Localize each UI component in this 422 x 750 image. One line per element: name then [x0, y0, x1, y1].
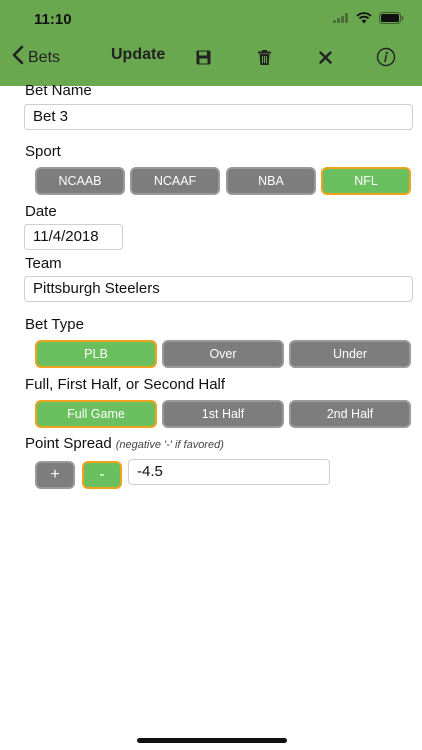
save-icon	[196, 50, 210, 64]
sport-option-nba[interactable]: NBA	[226, 167, 316, 195]
period-option-2nd-half[interactable]: 2nd Half	[289, 400, 411, 428]
info-button[interactable]	[375, 46, 397, 68]
status-icons	[333, 12, 404, 24]
sport-option-ncaab[interactable]: NCAAB	[35, 167, 125, 195]
period-option-1st-half[interactable]: 1st Half	[162, 400, 284, 428]
sport-label: Sport	[25, 143, 61, 160]
back-label: Bets	[28, 48, 61, 66]
team-label: Team	[25, 255, 62, 272]
point-spread-hint: (negative '-' if favored)	[115, 439, 224, 451]
bet-type-option-plb[interactable]: PLB	[35, 340, 157, 368]
close-icon	[318, 50, 332, 64]
trash-icon	[257, 49, 271, 65]
delete-button[interactable]	[253, 46, 275, 68]
date-field[interactable]: 11/4/2018	[24, 224, 123, 250]
bet-name-field[interactable]: Bet 3	[24, 104, 413, 130]
sport-option-nfl[interactable]: NFL	[321, 167, 411, 195]
plus-sign-button[interactable]: +	[35, 461, 75, 489]
bet-name-label: Bet Name	[25, 82, 92, 99]
info-icon	[376, 47, 396, 67]
period-option-full-game[interactable]: Full Game	[35, 400, 157, 428]
bet-type-label: Bet Type	[25, 316, 84, 333]
date-label: Date	[25, 203, 57, 220]
home-indicator	[137, 738, 287, 743]
point-spread-field[interactable]: -4.5	[128, 459, 330, 485]
chevron-left-icon	[12, 45, 24, 70]
cellular-signal-icon	[333, 13, 349, 23]
period-label: Full, First Half, or Second Half	[25, 376, 226, 393]
minus-sign-button[interactable]: -	[82, 461, 122, 489]
status-bar: 11:10	[0, 0, 422, 40]
bet-type-option-under[interactable]: Under	[289, 340, 411, 368]
wifi-icon	[356, 12, 372, 24]
battery-icon	[379, 12, 404, 24]
header-bar: 11:10 Bets Update	[0, 0, 422, 86]
bet-type-option-over[interactable]: Over	[162, 340, 284, 368]
status-time: 11:10	[34, 11, 72, 28]
save-button[interactable]	[192, 46, 214, 68]
team-field[interactable]: Pittsburgh Steelers	[24, 276, 413, 302]
page-title: Update	[111, 46, 166, 63]
close-button[interactable]	[314, 46, 336, 68]
back-button[interactable]: Bets	[12, 45, 60, 70]
point-spread-label: Point Spread	[25, 435, 112, 452]
sport-option-ncaaf[interactable]: NCAAF	[130, 167, 220, 195]
point-spread-heading: Point Spread (negative '-' if favored)	[25, 435, 224, 452]
navigation-bar: Bets Update	[0, 40, 422, 76]
